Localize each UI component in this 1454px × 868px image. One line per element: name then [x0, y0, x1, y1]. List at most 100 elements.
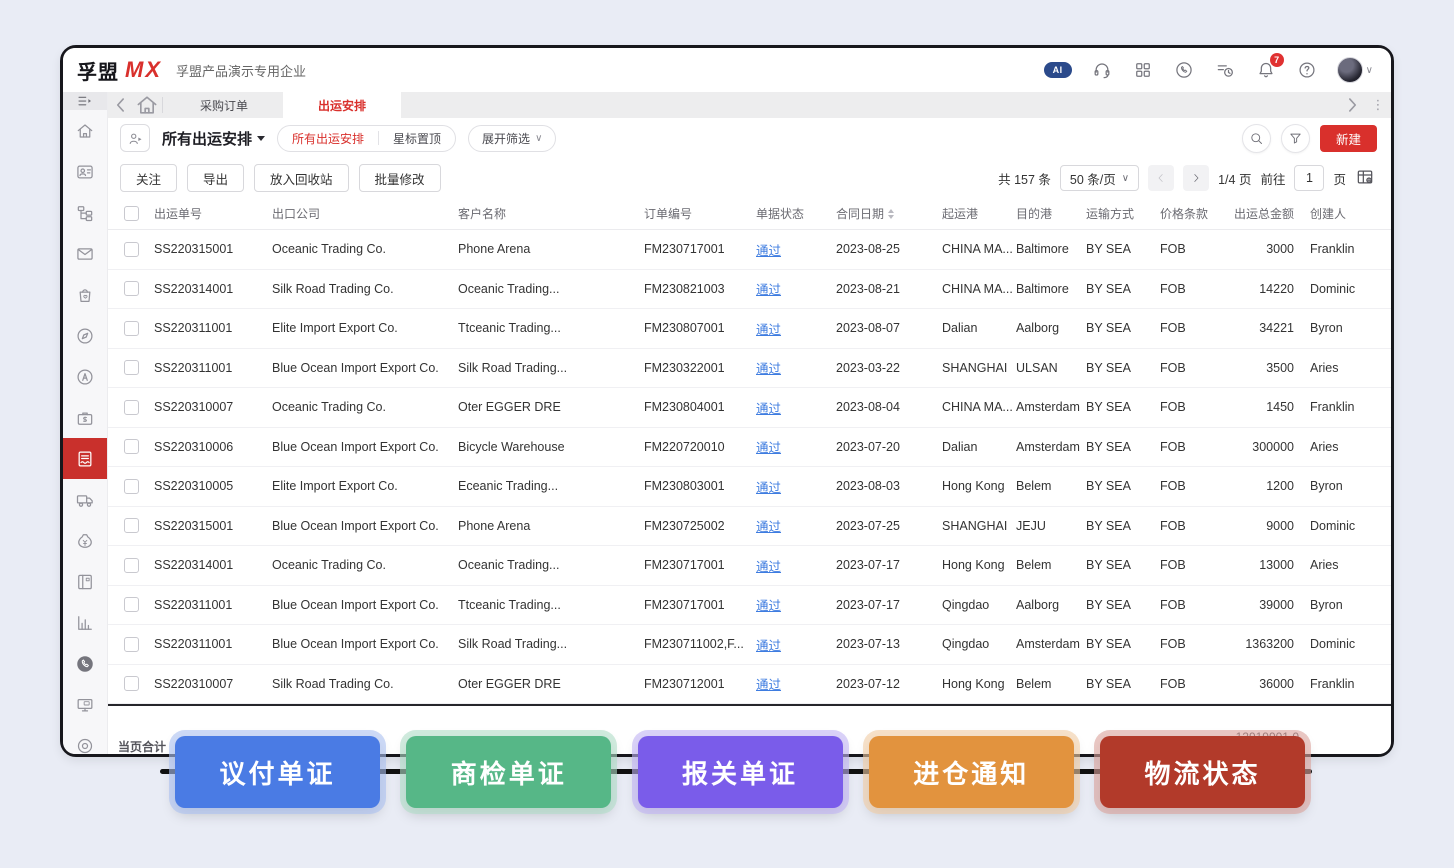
column-header-出运总金额[interactable]: 出运总金额: [1230, 205, 1304, 222]
table-row[interactable]: SS220310007Silk Road Trading Co.Oter EGG…: [108, 665, 1391, 705]
prev-page-button[interactable]: [1148, 165, 1174, 191]
table-row[interactable]: SS220310005Elite Import Export Co.Eceani…: [108, 467, 1391, 507]
row-checkbox[interactable]: [124, 518, 139, 533]
tab-采购订单[interactable]: 采购订单: [165, 92, 283, 118]
tab-menu-icon[interactable]: ⋮: [1365, 92, 1391, 118]
row-checkbox[interactable]: [124, 281, 139, 296]
action-button-导出[interactable]: 导出: [187, 164, 244, 192]
action-button-关注[interactable]: 关注: [120, 164, 177, 192]
status-link[interactable]: 通过: [756, 319, 781, 338]
table-row[interactable]: SS220311001Blue Ocean Import Export Co.T…: [108, 586, 1391, 626]
table-row[interactable]: SS220311001Blue Ocean Import Export Co.S…: [108, 349, 1391, 389]
tab-出运安排[interactable]: 出运安排: [283, 92, 401, 118]
status-link[interactable]: 通过: [756, 358, 781, 377]
sidebar-item-briefcase-dollar[interactable]: [63, 397, 107, 438]
status-link[interactable]: 通过: [756, 477, 781, 496]
segment-星标置顶[interactable]: 星标置顶: [379, 126, 455, 151]
segment-所有出运安排[interactable]: 所有出运安排: [278, 126, 378, 151]
column-header-出口公司[interactable]: 出口公司: [272, 205, 458, 222]
column-header-出运单号[interactable]: 出运单号: [154, 205, 272, 222]
sidebar-item-home[interactable]: [63, 110, 107, 151]
avatar[interactable]: ∨: [1337, 59, 1373, 81]
table-row[interactable]: SS220310007Oceanic Trading Co.Oter EGGER…: [108, 388, 1391, 428]
tab-forward-icon[interactable]: [1339, 92, 1365, 118]
goto-page-input[interactable]: [1294, 165, 1324, 191]
search-icon[interactable]: [1242, 124, 1271, 153]
view-selector[interactable]: 所有出运安排: [162, 128, 265, 149]
sidebar-item-money-bag[interactable]: [63, 520, 107, 561]
status-link[interactable]: 通过: [756, 398, 781, 417]
page-size-select[interactable]: 50 条/页 ∨: [1060, 165, 1139, 191]
sidebar-item-shopping-bag[interactable]: [63, 274, 107, 315]
table-row[interactable]: SS220311001Elite Import Export Co.Ttcean…: [108, 309, 1391, 349]
flow-button-报关单证[interactable]: 报关单证: [638, 736, 843, 808]
status-link[interactable]: 通过: [756, 240, 781, 259]
table-row[interactable]: SS220314001Silk Road Trading Co.Oceanic …: [108, 270, 1391, 310]
row-checkbox[interactable]: [124, 597, 139, 612]
person-filter-button[interactable]: [120, 124, 150, 152]
bell-icon[interactable]: 7: [1255, 59, 1277, 81]
sidebar-item-circle-a[interactable]: [63, 356, 107, 397]
table-row[interactable]: SS220311001Blue Ocean Import Export Co.S…: [108, 625, 1391, 665]
sidebar-item-contact-card[interactable]: [63, 151, 107, 192]
column-settings-icon[interactable]: [1355, 167, 1377, 189]
flow-button-物流状态[interactable]: 物流状态: [1100, 736, 1305, 808]
sidebar-item-bar-chart[interactable]: [63, 602, 107, 643]
user-avatar[interactable]: [1337, 57, 1363, 83]
table-row[interactable]: SS220310006Blue Ocean Import Export Co.B…: [108, 428, 1391, 468]
column-header-单据状态[interactable]: 单据状态: [756, 205, 836, 222]
flow-button-进仓通知[interactable]: 进仓通知: [869, 736, 1074, 808]
status-link[interactable]: 通过: [756, 556, 781, 575]
column-header-客户名称[interactable]: 客户名称: [458, 205, 644, 222]
column-header-起运港[interactable]: 起运港: [942, 205, 1016, 222]
new-button[interactable]: 新建: [1320, 125, 1377, 152]
action-button-批量修改[interactable]: 批量修改: [359, 164, 441, 192]
table-row[interactable]: SS220314001Oceanic Trading Co.Oceanic Tr…: [108, 546, 1391, 586]
sidebar-collapse-icon[interactable]: [63, 92, 107, 110]
status-link[interactable]: 通过: [756, 437, 781, 456]
row-checkbox[interactable]: [124, 676, 139, 691]
status-link[interactable]: 通过: [756, 516, 781, 535]
status-link[interactable]: 通过: [756, 279, 781, 298]
apps-grid-icon[interactable]: [1132, 59, 1154, 81]
sidebar-item-truck[interactable]: [63, 479, 107, 520]
sidebar-item-compass[interactable]: [63, 315, 107, 356]
column-header-运输方式[interactable]: 运输方式: [1086, 205, 1160, 222]
status-link[interactable]: 通过: [756, 635, 781, 654]
row-checkbox[interactable]: [124, 360, 139, 375]
column-header-合同日期[interactable]: 合同日期: [836, 205, 942, 222]
row-checkbox[interactable]: [124, 242, 139, 257]
task-list-icon[interactable]: [1214, 59, 1236, 81]
help-icon[interactable]: [1296, 59, 1318, 81]
sidebar-item-gear[interactable]: [63, 725, 107, 754]
select-all-checkbox[interactable]: [124, 206, 139, 221]
sidebar-item-shipping-doc[interactable]: [63, 438, 107, 479]
row-checkbox[interactable]: [124, 439, 139, 454]
row-checkbox[interactable]: [124, 321, 139, 336]
expand-filter-button[interactable]: 展开筛选 ∨: [468, 125, 556, 152]
ai-badge[interactable]: AI: [1044, 59, 1072, 81]
column-header-订单编号[interactable]: 订单编号: [644, 205, 756, 222]
flow-button-议付单证[interactable]: 议付单证: [175, 736, 380, 808]
action-button-放入回收站[interactable]: 放入回收站: [254, 164, 349, 192]
status-link[interactable]: 通过: [756, 595, 781, 614]
whatsapp-icon[interactable]: [1173, 59, 1195, 81]
row-checkbox[interactable]: [124, 558, 139, 573]
sidebar-item-notebook[interactable]: [63, 561, 107, 602]
status-link[interactable]: 通过: [756, 674, 781, 693]
next-page-button[interactable]: [1183, 165, 1209, 191]
sort-icon[interactable]: [888, 209, 894, 219]
headset-icon[interactable]: [1091, 59, 1113, 81]
sidebar-item-whatsapp-filled[interactable]: [63, 643, 107, 684]
filter-funnel-icon[interactable]: [1281, 124, 1310, 153]
table-row[interactable]: SS220315001Blue Ocean Import Export Co.P…: [108, 507, 1391, 547]
table-row[interactable]: SS220315001Oceanic Trading Co.Phone Aren…: [108, 230, 1391, 270]
row-checkbox[interactable]: [124, 400, 139, 415]
sidebar-item-monitor[interactable]: [63, 684, 107, 725]
column-header-创建人[interactable]: 创建人: [1304, 205, 1391, 222]
row-checkbox[interactable]: [124, 637, 139, 652]
column-header-价格条款[interactable]: 价格条款: [1160, 205, 1230, 222]
tab-back-icon[interactable]: [108, 92, 134, 118]
sidebar-item-mail[interactable]: [63, 233, 107, 274]
row-checkbox[interactable]: [124, 479, 139, 494]
